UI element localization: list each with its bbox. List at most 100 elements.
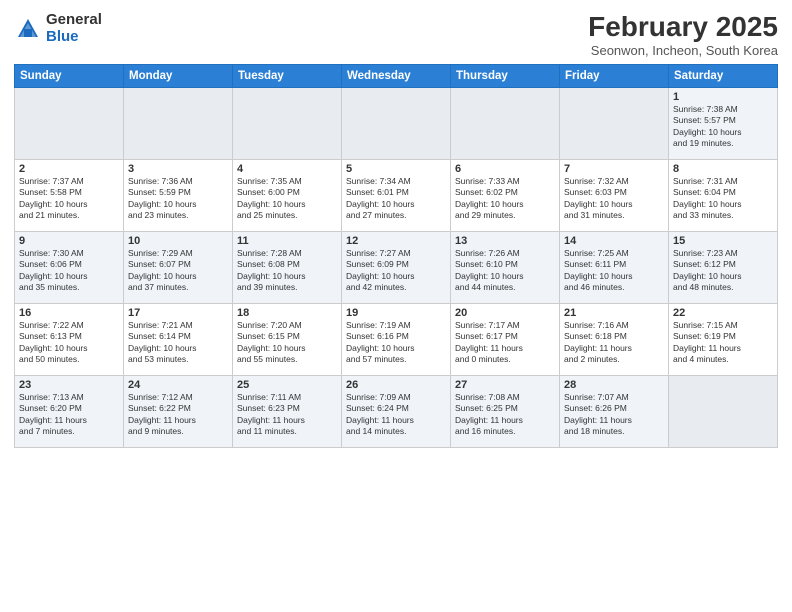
day-number: 11 bbox=[237, 235, 337, 247]
day-number: 25 bbox=[237, 379, 337, 391]
day-number: 24 bbox=[128, 379, 228, 391]
day-cell bbox=[15, 87, 124, 159]
day-info: Sunrise: 7:27 AM Sunset: 6:09 PM Dayligh… bbox=[346, 248, 446, 294]
day-info: Sunrise: 7:34 AM Sunset: 6:01 PM Dayligh… bbox=[346, 176, 446, 222]
day-number: 5 bbox=[346, 163, 446, 175]
day-number: 16 bbox=[19, 307, 119, 319]
day-info: Sunrise: 7:07 AM Sunset: 6:26 PM Dayligh… bbox=[564, 392, 664, 438]
day-number: 18 bbox=[237, 307, 337, 319]
day-cell: 16Sunrise: 7:22 AM Sunset: 6:13 PM Dayli… bbox=[15, 303, 124, 375]
day-cell: 8Sunrise: 7:31 AM Sunset: 6:04 PM Daylig… bbox=[669, 159, 778, 231]
day-info: Sunrise: 7:31 AM Sunset: 6:04 PM Dayligh… bbox=[673, 176, 773, 222]
day-number: 21 bbox=[564, 307, 664, 319]
day-info: Sunrise: 7:28 AM Sunset: 6:08 PM Dayligh… bbox=[237, 248, 337, 294]
day-cell: 21Sunrise: 7:16 AM Sunset: 6:18 PM Dayli… bbox=[560, 303, 669, 375]
day-info: Sunrise: 7:37 AM Sunset: 5:58 PM Dayligh… bbox=[19, 176, 119, 222]
day-info: Sunrise: 7:23 AM Sunset: 6:12 PM Dayligh… bbox=[673, 248, 773, 294]
day-cell: 22Sunrise: 7:15 AM Sunset: 6:19 PM Dayli… bbox=[669, 303, 778, 375]
day-info: Sunrise: 7:15 AM Sunset: 6:19 PM Dayligh… bbox=[673, 320, 773, 366]
calendar: SundayMondayTuesdayWednesdayThursdayFrid… bbox=[14, 64, 778, 448]
day-number: 3 bbox=[128, 163, 228, 175]
day-cell: 5Sunrise: 7:34 AM Sunset: 6:01 PM Daylig… bbox=[342, 159, 451, 231]
day-info: Sunrise: 7:09 AM Sunset: 6:24 PM Dayligh… bbox=[346, 392, 446, 438]
day-cell: 10Sunrise: 7:29 AM Sunset: 6:07 PM Dayli… bbox=[124, 231, 233, 303]
weekday-header-wednesday: Wednesday bbox=[342, 64, 451, 87]
day-number: 20 bbox=[455, 307, 555, 319]
day-cell bbox=[233, 87, 342, 159]
week-row-1: 1Sunrise: 7:38 AM Sunset: 5:57 PM Daylig… bbox=[15, 87, 778, 159]
week-row-5: 23Sunrise: 7:13 AM Sunset: 6:20 PM Dayli… bbox=[15, 375, 778, 447]
logo-icon bbox=[14, 15, 42, 43]
day-cell: 28Sunrise: 7:07 AM Sunset: 6:26 PM Dayli… bbox=[560, 375, 669, 447]
page: General Blue February 2025 Seonwon, Inch… bbox=[0, 0, 792, 612]
week-row-4: 16Sunrise: 7:22 AM Sunset: 6:13 PM Dayli… bbox=[15, 303, 778, 375]
day-cell: 25Sunrise: 7:11 AM Sunset: 6:23 PM Dayli… bbox=[233, 375, 342, 447]
day-info: Sunrise: 7:08 AM Sunset: 6:25 PM Dayligh… bbox=[455, 392, 555, 438]
day-cell: 12Sunrise: 7:27 AM Sunset: 6:09 PM Dayli… bbox=[342, 231, 451, 303]
day-number: 1 bbox=[673, 91, 773, 103]
day-info: Sunrise: 7:35 AM Sunset: 6:00 PM Dayligh… bbox=[237, 176, 337, 222]
day-info: Sunrise: 7:21 AM Sunset: 6:14 PM Dayligh… bbox=[128, 320, 228, 366]
day-cell: 7Sunrise: 7:32 AM Sunset: 6:03 PM Daylig… bbox=[560, 159, 669, 231]
day-info: Sunrise: 7:26 AM Sunset: 6:10 PM Dayligh… bbox=[455, 248, 555, 294]
day-number: 28 bbox=[564, 379, 664, 391]
day-cell: 4Sunrise: 7:35 AM Sunset: 6:00 PM Daylig… bbox=[233, 159, 342, 231]
day-cell: 6Sunrise: 7:33 AM Sunset: 6:02 PM Daylig… bbox=[451, 159, 560, 231]
day-cell bbox=[669, 375, 778, 447]
day-info: Sunrise: 7:16 AM Sunset: 6:18 PM Dayligh… bbox=[564, 320, 664, 366]
day-cell bbox=[124, 87, 233, 159]
day-number: 7 bbox=[564, 163, 664, 175]
day-number: 4 bbox=[237, 163, 337, 175]
day-info: Sunrise: 7:25 AM Sunset: 6:11 PM Dayligh… bbox=[564, 248, 664, 294]
day-number: 22 bbox=[673, 307, 773, 319]
day-cell: 2Sunrise: 7:37 AM Sunset: 5:58 PM Daylig… bbox=[15, 159, 124, 231]
day-number: 26 bbox=[346, 379, 446, 391]
day-cell: 1Sunrise: 7:38 AM Sunset: 5:57 PM Daylig… bbox=[669, 87, 778, 159]
day-number: 23 bbox=[19, 379, 119, 391]
day-cell: 18Sunrise: 7:20 AM Sunset: 6:15 PM Dayli… bbox=[233, 303, 342, 375]
day-number: 2 bbox=[19, 163, 119, 175]
day-number: 8 bbox=[673, 163, 773, 175]
day-info: Sunrise: 7:32 AM Sunset: 6:03 PM Dayligh… bbox=[564, 176, 664, 222]
day-number: 6 bbox=[455, 163, 555, 175]
day-number: 10 bbox=[128, 235, 228, 247]
weekday-header-tuesday: Tuesday bbox=[233, 64, 342, 87]
logo-blue: Blue bbox=[46, 29, 102, 46]
day-cell: 26Sunrise: 7:09 AM Sunset: 6:24 PM Dayli… bbox=[342, 375, 451, 447]
day-info: Sunrise: 7:33 AM Sunset: 6:02 PM Dayligh… bbox=[455, 176, 555, 222]
day-cell: 11Sunrise: 7:28 AM Sunset: 6:08 PM Dayli… bbox=[233, 231, 342, 303]
weekday-header-friday: Friday bbox=[560, 64, 669, 87]
day-info: Sunrise: 7:19 AM Sunset: 6:16 PM Dayligh… bbox=[346, 320, 446, 366]
day-cell: 24Sunrise: 7:12 AM Sunset: 6:22 PM Dayli… bbox=[124, 375, 233, 447]
day-info: Sunrise: 7:20 AM Sunset: 6:15 PM Dayligh… bbox=[237, 320, 337, 366]
day-cell: 13Sunrise: 7:26 AM Sunset: 6:10 PM Dayli… bbox=[451, 231, 560, 303]
day-cell: 14Sunrise: 7:25 AM Sunset: 6:11 PM Dayli… bbox=[560, 231, 669, 303]
day-number: 19 bbox=[346, 307, 446, 319]
weekday-header-monday: Monday bbox=[124, 64, 233, 87]
day-cell: 3Sunrise: 7:36 AM Sunset: 5:59 PM Daylig… bbox=[124, 159, 233, 231]
day-info: Sunrise: 7:36 AM Sunset: 5:59 PM Dayligh… bbox=[128, 176, 228, 222]
logo: General Blue bbox=[14, 12, 102, 45]
header: General Blue February 2025 Seonwon, Inch… bbox=[14, 12, 778, 58]
day-info: Sunrise: 7:22 AM Sunset: 6:13 PM Dayligh… bbox=[19, 320, 119, 366]
day-number: 15 bbox=[673, 235, 773, 247]
logo-general: General bbox=[46, 12, 102, 29]
day-cell bbox=[451, 87, 560, 159]
location-subtitle: Seonwon, Incheon, South Korea bbox=[588, 43, 778, 58]
weekday-header-saturday: Saturday bbox=[669, 64, 778, 87]
day-info: Sunrise: 7:12 AM Sunset: 6:22 PM Dayligh… bbox=[128, 392, 228, 438]
day-info: Sunrise: 7:30 AM Sunset: 6:06 PM Dayligh… bbox=[19, 248, 119, 294]
day-number: 27 bbox=[455, 379, 555, 391]
day-cell bbox=[560, 87, 669, 159]
day-number: 9 bbox=[19, 235, 119, 247]
day-info: Sunrise: 7:13 AM Sunset: 6:20 PM Dayligh… bbox=[19, 392, 119, 438]
day-cell bbox=[342, 87, 451, 159]
day-info: Sunrise: 7:29 AM Sunset: 6:07 PM Dayligh… bbox=[128, 248, 228, 294]
logo-text: General Blue bbox=[46, 12, 102, 45]
day-cell: 15Sunrise: 7:23 AM Sunset: 6:12 PM Dayli… bbox=[669, 231, 778, 303]
week-row-3: 9Sunrise: 7:30 AM Sunset: 6:06 PM Daylig… bbox=[15, 231, 778, 303]
day-cell: 27Sunrise: 7:08 AM Sunset: 6:25 PM Dayli… bbox=[451, 375, 560, 447]
day-cell: 20Sunrise: 7:17 AM Sunset: 6:17 PM Dayli… bbox=[451, 303, 560, 375]
title-block: February 2025 Seonwon, Incheon, South Ko… bbox=[588, 12, 778, 58]
week-row-2: 2Sunrise: 7:37 AM Sunset: 5:58 PM Daylig… bbox=[15, 159, 778, 231]
